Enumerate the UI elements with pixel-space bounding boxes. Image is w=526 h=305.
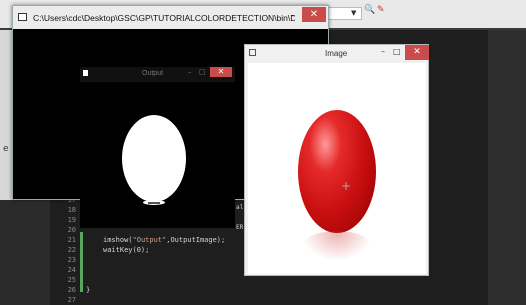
output-title-bar[interactable]: Output – □ ✕ [80, 67, 235, 82]
line-number: 27 [67, 296, 76, 304]
chevron-down-icon[interactable]: ▼ [351, 9, 356, 17]
line-number: 18 [67, 206, 76, 214]
maximize-button[interactable]: □ [393, 47, 401, 56]
code-fragment: al [236, 204, 244, 211]
close-button[interactable]: ✕ [405, 45, 429, 60]
code-line[interactable]: } [86, 286, 90, 294]
editor-scrollbar[interactable] [488, 30, 526, 305]
red-egg-object [298, 110, 376, 233]
line-number: 24 [67, 266, 76, 274]
egg-reflection [302, 231, 372, 261]
binary-mask-blob [122, 115, 186, 202]
code-text: ,OutputImage); [166, 236, 226, 244]
ide-toolbar-dropdown[interactable] [328, 7, 362, 20]
image-canvas[interactable]: + [248, 63, 426, 274]
line-number: 20 [67, 226, 76, 234]
code-string: "Output" [132, 236, 167, 244]
image-title: Image [325, 49, 348, 58]
code-line[interactable]: waitKey(0); [103, 246, 149, 254]
line-number: 26 [67, 286, 76, 294]
code-line[interactable]: imshow("Output",OutputImage); [103, 236, 225, 244]
console-title: C:\Users\cdc\Desktop\GSC\GP\TUTORIALCOLO… [33, 13, 295, 23]
output-title: Output [142, 70, 164, 77]
window-icon [83, 70, 88, 76]
console-app-icon [18, 13, 27, 21]
line-number: 21 [67, 236, 76, 244]
tool-icon[interactable]: ✎ [377, 5, 385, 15]
minimize-button[interactable]: – [188, 68, 192, 76]
close-button[interactable]: ✕ [210, 67, 232, 77]
line-number: 25 [67, 276, 76, 284]
line-number: 22 [67, 246, 76, 254]
window-icon [249, 49, 256, 56]
panel-icon: e [3, 144, 9, 154]
output-window[interactable]: Output – □ ✕ [80, 67, 235, 228]
code-text: imshow( [103, 236, 133, 244]
image-window[interactable]: Image – □ ✕ + [244, 44, 429, 276]
search-icon[interactable]: 🔍 [364, 5, 375, 15]
console-title-bar[interactable]: C:\Users\cdc\Desktop\GSC\GP\TUTORIALCOLO… [13, 6, 328, 29]
code-text: } [86, 286, 91, 294]
binary-mask-base-shadow [148, 202, 160, 204]
crosshair-cursor-icon: + [341, 179, 352, 193]
minimize-button[interactable]: – [381, 47, 385, 56]
code-fragment: ER [236, 224, 244, 231]
code-text: waitKey(0); [103, 246, 150, 254]
close-button[interactable]: ✕ [302, 7, 326, 22]
line-number: 23 [67, 256, 76, 264]
minimize-button[interactable]: – [291, 11, 296, 21]
change-margin-indicator [80, 232, 83, 292]
line-number: 19 [67, 216, 76, 224]
maximize-button[interactable]: □ [199, 68, 206, 76]
